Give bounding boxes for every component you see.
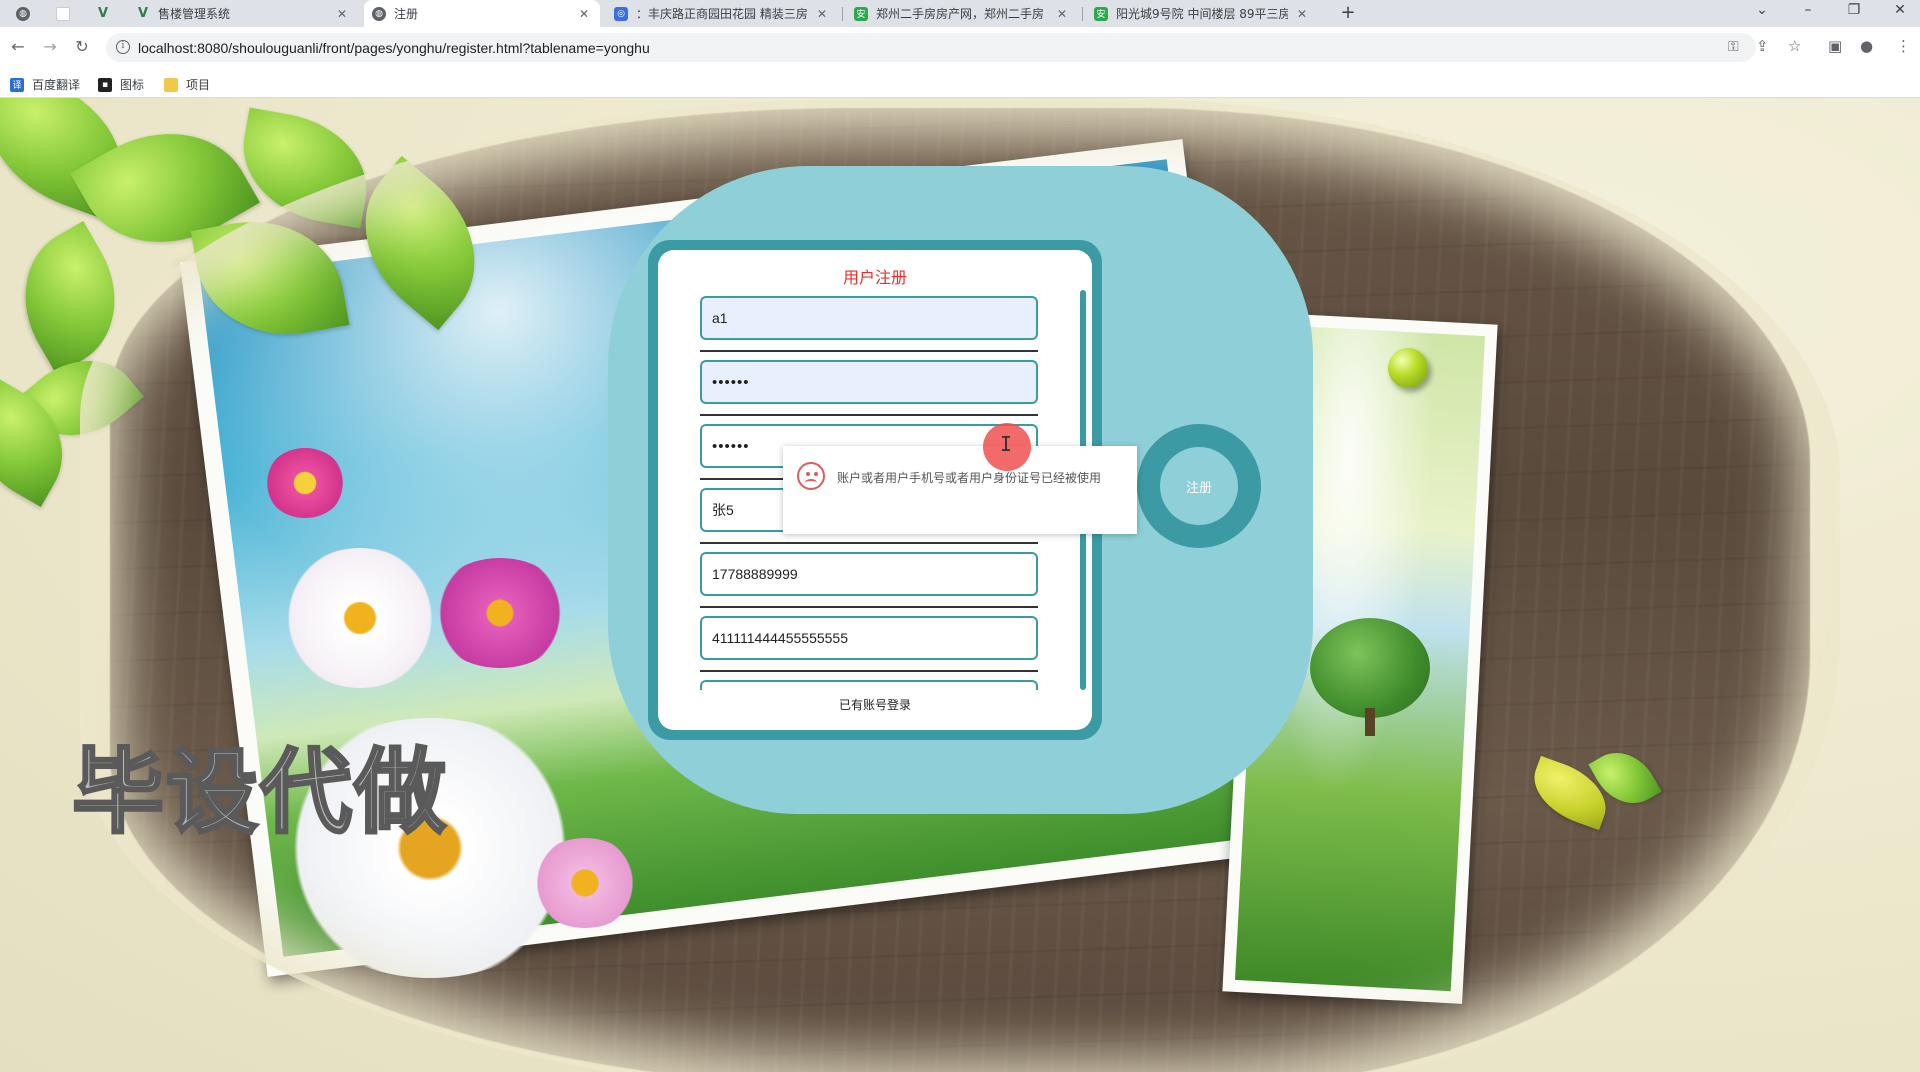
close-icon[interactable]: ✕: [814, 7, 830, 21]
back-icon[interactable]: ←: [7, 37, 29, 56]
account-field[interactable]: a1: [700, 296, 1038, 340]
sad-face-icon: [797, 462, 825, 490]
tab-5[interactable]: ◎ ：丰庆路正商园田花园 精装三房 ✕: [606, 0, 838, 27]
vue-icon: V: [137, 6, 149, 21]
tab-2[interactable]: V: [88, 0, 128, 27]
menu-icon[interactable]: ⋮: [1896, 37, 1911, 55]
minimize-icon[interactable]: –: [1796, 2, 1820, 18]
watermark-text: 毕设代做: [70, 738, 449, 848]
reload-icon[interactable]: ↻: [71, 37, 93, 56]
tab-title: 售楼管理系统: [158, 7, 231, 21]
tree-decoration: [1310, 618, 1430, 718]
text-cursor-icon: I: [1000, 432, 1013, 456]
close-icon[interactable]: ✕: [334, 7, 350, 21]
star-icon[interactable]: ☆: [1788, 37, 1801, 55]
bookmarks-bar: 译 百度翻译 ▪ 图标 项目: [0, 68, 1920, 98]
bookmark-icons[interactable]: ▪ 图标: [98, 76, 144, 93]
confirm-password-value: ••••••: [712, 437, 750, 455]
tab-register[interactable]: ◍ 注册 ✕: [364, 0, 600, 27]
key-icon[interactable]: ⚿: [1728, 39, 1739, 55]
field-divider: [700, 350, 1038, 352]
folder-icon: [164, 77, 178, 92]
toast-message: 账户或者用户手机号或者用户身份证号已经被使用: [837, 471, 1102, 485]
address-bar[interactable]: i localhost:8080/shoulouguanli/front/pag…: [106, 33, 1756, 62]
url-text[interactable]: localhost:8080/shoulouguanli/front/pages…: [138, 40, 650, 56]
tab-3[interactable]: V 售楼管理系统 ✕: [128, 0, 358, 27]
blank-page-icon: [56, 6, 70, 21]
bookmark-project[interactable]: 项目: [164, 76, 210, 93]
tab-bar: ◍ V V 售楼管理系统 ✕ ◍ 注册 ✕ ◎ ：丰庆路正商园田花园 精装三房 …: [0, 0, 1920, 27]
profile-icon[interactable]: ●: [1860, 37, 1873, 55]
password-value: ••••••: [712, 373, 750, 391]
sidebar-icon[interactable]: ▣: [1828, 37, 1842, 55]
tab-search-icon[interactable]: ⌄: [1750, 2, 1774, 18]
tab-1[interactable]: [48, 0, 88, 27]
image-icon: ▪: [98, 77, 112, 92]
translate-icon: 译: [10, 77, 24, 92]
tree-trunk-decoration: [1365, 708, 1375, 736]
anjuke-icon: 安: [1094, 6, 1108, 21]
bookmark-baidu-translate[interactable]: 译 百度翻译: [10, 76, 80, 93]
pushpin-decoration: [1388, 348, 1428, 388]
name-value: 张5: [712, 502, 734, 518]
share-icon[interactable]: ⇪: [1756, 37, 1769, 55]
field-divider: [700, 542, 1038, 544]
flower-decoration: [530, 838, 640, 928]
id-card-field[interactable]: 411111444455555555: [700, 616, 1038, 660]
vue-icon: V: [97, 6, 109, 21]
new-tab-button[interactable]: +: [1336, 2, 1360, 23]
tab-title: 注册: [394, 7, 419, 21]
flower-decoration: [265, 448, 345, 518]
id-card-value: 411111444455555555: [712, 630, 848, 646]
window-close-icon[interactable]: ✕: [1888, 2, 1912, 18]
tab-0[interactable]: ◍: [8, 0, 48, 27]
restore-icon[interactable]: ❐: [1842, 2, 1866, 18]
baidu-icon: ◎: [614, 6, 628, 21]
flower-decoration: [280, 548, 440, 688]
flower-decoration: [430, 558, 570, 668]
tab-title: 阳光城9号院 中间楼层 89平三房: [1116, 7, 1288, 21]
register-button[interactable]: 注册: [1160, 447, 1238, 525]
field-divider: [700, 414, 1038, 416]
info-icon[interactable]: i: [116, 40, 130, 54]
account-value: a1: [712, 310, 728, 326]
tab-separator: [842, 7, 843, 21]
next-field-partial[interactable]: [700, 680, 1038, 690]
field-divider: [700, 670, 1038, 672]
error-toast: 账户或者用户手机号或者用户身份证号已经被使用: [783, 446, 1137, 534]
tab-6[interactable]: 安 郑州二手房房产网，郑州二手房 ✕: [846, 0, 1078, 27]
field-divider: [700, 606, 1038, 608]
close-icon[interactable]: ✕: [1054, 7, 1070, 21]
globe-icon: ◍: [16, 6, 30, 21]
login-link[interactable]: 已有账号登录: [658, 696, 1092, 713]
tab-title: ：丰庆路正商园田花园 精装三房: [636, 7, 808, 21]
password-field[interactable]: ••••••: [700, 360, 1038, 404]
globe-icon: ◍: [372, 6, 386, 21]
close-icon[interactable]: ✕: [1294, 7, 1310, 21]
bookmark-label: 百度翻译: [32, 78, 81, 92]
forward-icon[interactable]: →: [39, 37, 61, 56]
browser-toolbar: ← → ↻ i localhost:8080/shoulouguanli/fro…: [0, 27, 1920, 68]
anjuke-icon: 安: [854, 6, 868, 21]
phone-field[interactable]: 17788889999: [700, 552, 1038, 596]
phone-value: 17788889999: [712, 566, 798, 582]
leaf-decoration: [232, 107, 378, 229]
form-title: 用户注册: [842, 268, 907, 287]
tab-title: 郑州二手房房产网，郑州二手房: [876, 7, 1045, 21]
bookmark-label: 项目: [186, 78, 211, 92]
tab-7[interactable]: 安 阳光城9号院 中间楼层 89平三房 ✕: [1086, 0, 1318, 27]
tab-separator: [1082, 7, 1083, 21]
bookmark-label: 图标: [120, 78, 145, 92]
close-icon[interactable]: ✕: [576, 7, 592, 21]
